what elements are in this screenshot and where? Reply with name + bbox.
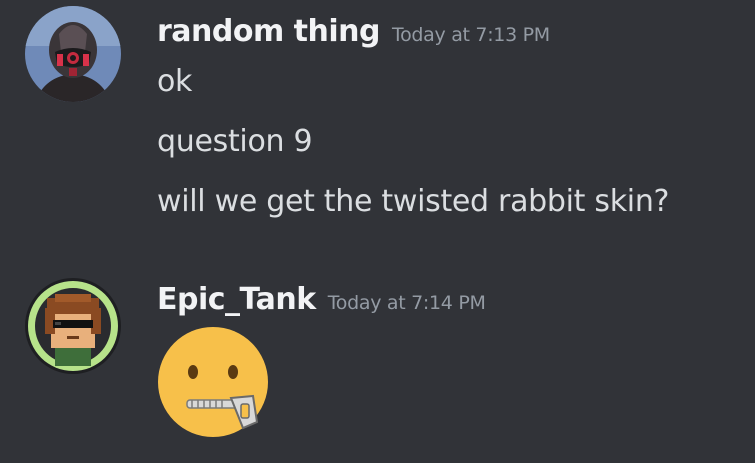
message-header: random thing Today at 7:13 PM [157,14,550,49]
user-avatar[interactable] [25,6,121,102]
message-group-1: random thing Today at 7:13 PM ok question… [0,0,755,250]
message-header: Epic_Tank Today at 7:14 PM [157,282,486,317]
message-line: ok [157,64,193,99]
message-line: question 9 [157,124,313,159]
message-line: will we get the twisted rabbit skin? [157,184,670,219]
user-avatar[interactable] [25,278,121,374]
message-timestamp[interactable]: Today at 7:14 PM [328,292,486,314]
zipper-mouth-face-emoji-icon[interactable] [157,326,269,438]
message-group-2: Epic_Tank Today at 7:14 PM [0,260,755,460]
masked-character-avatar-icon [25,6,121,102]
pixel-character-with-sunglasses-avatar-icon [25,278,121,374]
author-name[interactable]: Epic_Tank [157,282,316,317]
message-timestamp[interactable]: Today at 7:13 PM [392,24,550,46]
author-name[interactable]: random thing [157,14,381,49]
